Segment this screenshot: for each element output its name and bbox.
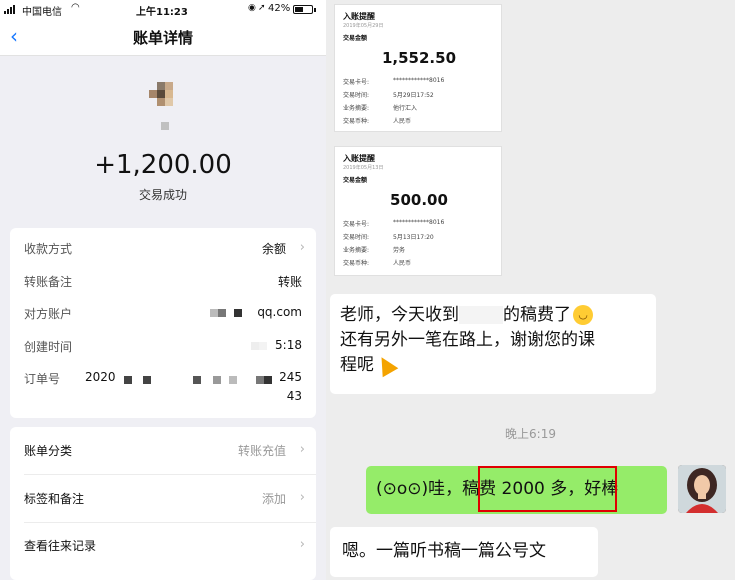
wifi-icon: ◠	[71, 2, 80, 13]
receipt-field: 交易时间: 5月29日17:52	[343, 92, 434, 99]
receipt-field: 交易时间: 5月13日17:20	[343, 234, 434, 241]
receipt-field: 交易币种: 人民币	[343, 260, 412, 267]
category-value: 转账充值	[237, 444, 286, 458]
tags-value: 添加	[261, 492, 286, 506]
created-label: 创建时间	[24, 340, 73, 354]
redaction-block	[459, 306, 503, 324]
created-value: 5:18	[251, 338, 302, 352]
remark-label: 转账备注	[24, 275, 73, 289]
highlight-box	[478, 466, 617, 512]
receipt-field: 交易币种: 人民币	[343, 118, 412, 125]
redaction-block	[234, 308, 243, 317]
carrier-name: 中国电信	[22, 7, 62, 18]
nav-bar: ‹ 账单详情	[0, 18, 326, 56]
order-prefix: 2020	[85, 370, 116, 384]
receipt-fields: 交易卡号: ************8016 交易时间: 5月29日17:52 业务…	[343, 77, 493, 129]
receipt-field: 交易卡号: ************8016	[343, 77, 445, 86]
battery-tip	[314, 8, 316, 12]
detail-card: 收款方式 余额 › 转账备注 转账 对方账户 qq.com 创建时间 5:18 …	[10, 228, 316, 418]
signal-icon	[4, 5, 15, 14]
order-label: 订单号	[24, 372, 61, 386]
avatar[interactable]	[678, 465, 726, 513]
receipt-card-1[interactable]: 入账提醒 2019年05月29日 交易金额 1,552.50 交易卡号: ****…	[334, 4, 502, 132]
blurred-avatar	[149, 82, 181, 130]
rotation-lock-icon: ◉	[248, 3, 256, 13]
created-time: 5:18	[275, 338, 302, 352]
location-icon: ➚	[258, 3, 266, 13]
account-value: qq.com	[210, 305, 302, 319]
redaction-block	[251, 341, 260, 350]
chevron-right-icon: ›	[299, 240, 305, 255]
divider	[24, 522, 316, 523]
payment-method-value: 余额	[261, 242, 286, 256]
redaction-block	[259, 341, 268, 350]
receipt-fields: 交易卡号: ************8016 交易时间: 5月13日17:20 业务…	[343, 219, 493, 271]
chat-message-received[interactable]: 老师，今天收到 的稿费了 ◡ 还有另外一笔在路上，谢谢您的课 程呢	[330, 294, 656, 394]
order-suffix-line2: 43	[286, 389, 302, 403]
amount-header: +1,200.00 交易成功	[0, 57, 326, 214]
message-line: 老师，今天收到 的稿费了 ◡	[340, 303, 646, 328]
chevron-right-icon: ›	[299, 490, 305, 505]
transaction-amount: +1,200.00	[94, 150, 232, 180]
history-label: 查看往来记录	[24, 539, 97, 553]
receipt-field: 业务摘要: 劳务	[343, 247, 406, 254]
party-popper-icon	[373, 352, 399, 378]
receipt-field: 业务摘要: 他行汇入	[343, 105, 418, 112]
receipt-date: 2019年05月29日	[343, 23, 384, 29]
message-line: 程呢	[340, 352, 646, 378]
redaction-block	[210, 308, 219, 317]
grin-emoji-icon: ◡	[573, 305, 593, 325]
remark-value: 转账	[277, 275, 302, 289]
tags-label: 标签和备注	[24, 492, 85, 506]
status-bar: 中国电信 ◠ 上午11:23 ◉ ➚ 42%	[0, 0, 326, 18]
chat-message-received[interactable]: 嗯。一篇听书稿一篇公号文	[330, 527, 598, 577]
payment-method-label: 收款方式	[24, 242, 73, 256]
chat-timestamp: 晚上6:19	[505, 427, 556, 441]
clock: 上午11:23	[136, 7, 188, 18]
receipt-date: 2019年05月13日	[343, 165, 384, 171]
receipt-amount-label: 交易金额	[343, 35, 368, 42]
order-redaction	[124, 372, 272, 386]
receipt-amount: 500.00	[390, 191, 448, 209]
receipt-card-2[interactable]: 入账提醒 2019年05月13日 交易金额 500.00 交易卡号: ******…	[334, 146, 502, 276]
order-suffix: 245	[279, 370, 302, 384]
chevron-right-icon: ›	[299, 537, 305, 552]
receipt-title: 入账提醒	[343, 12, 375, 21]
bill-detail-screen: 中国电信 ◠ 上午11:23 ◉ ➚ 42% ‹ 账单详情 +1,200.00 …	[0, 0, 326, 580]
account-domain: qq.com	[257, 305, 302, 319]
chat-screen: 入账提醒 2019年05月29日 交易金额 1,552.50 交易卡号: ****…	[326, 0, 735, 580]
redaction-block	[218, 308, 227, 317]
transaction-status: 交易成功	[138, 188, 187, 202]
action-card: 账单分类 转账充值 › 标签和备注 添加 › 查看往来记录 ›	[10, 427, 316, 580]
category-label: 账单分类	[24, 444, 73, 458]
receipt-amount-label: 交易金额	[343, 177, 368, 184]
redaction-block	[226, 308, 235, 317]
receipt-amount: 1,552.50	[381, 49, 457, 67]
divider	[24, 474, 316, 475]
receipt-field: 交易卡号: ************8016	[343, 219, 445, 228]
chevron-right-icon: ›	[299, 442, 305, 457]
battery-percent: 42%	[268, 3, 291, 14]
battery-icon	[293, 5, 313, 14]
avatar-portrait-icon	[678, 465, 726, 513]
account-label: 对方账户	[24, 307, 73, 321]
message-line: 还有另外一笔在路上，谢谢您的课	[340, 330, 595, 350]
receipt-title: 入账提醒	[343, 154, 375, 163]
page-title: 账单详情	[132, 29, 193, 47]
